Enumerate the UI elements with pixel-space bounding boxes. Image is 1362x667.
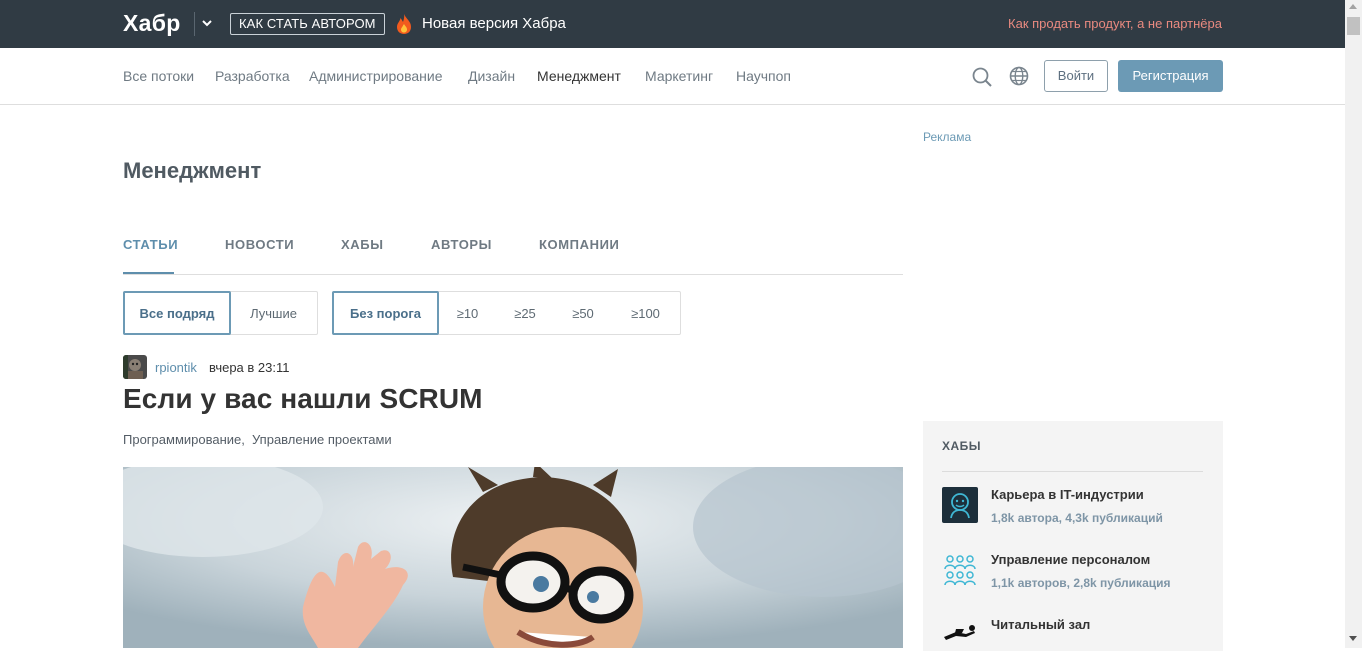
scroll-up-arrow-icon[interactable]: [1349, 4, 1357, 9]
post-time: вчера в 23:11: [209, 360, 290, 375]
filter-no-threshold[interactable]: Без порога: [332, 291, 439, 335]
filter-50[interactable]: ≥50: [554, 292, 612, 334]
hub-stats: 1,1k авторов, 2,8k публикация: [991, 576, 1171, 590]
new-version-link[interactable]: Новая версия Хабра: [422, 15, 566, 32]
tab-authors[interactable]: АВТОРЫ: [431, 237, 492, 252]
active-tab-indicator: [123, 272, 174, 274]
post-author-link[interactable]: rpiontik: [155, 360, 197, 375]
rating-filter-group: Без порога ≥10 ≥25 ≥50 ≥100: [332, 291, 681, 335]
top-bar: Хабр КАК СТАТЬ АВТОРОМ Новая версия Хабр…: [0, 0, 1345, 48]
sidebar-hub-hr[interactable]: Управление персоналом 1,1k авторов, 2,8k…: [942, 552, 1212, 602]
login-button[interactable]: Войти: [1044, 60, 1108, 92]
scroll-thumb[interactable]: [1347, 17, 1360, 35]
hub-name[interactable]: Управление персоналом: [991, 552, 1150, 567]
career-hub-icon: [942, 487, 978, 523]
globe-icon[interactable]: [1009, 66, 1029, 86]
post-hub-link[interactable]: Управление проектами: [252, 432, 392, 447]
tab-companies[interactable]: КОМПАНИИ: [539, 237, 619, 252]
hubs-divider: [942, 471, 1203, 472]
post-cover-image[interactable]: [123, 467, 903, 648]
filter-all[interactable]: Все подряд: [123, 291, 231, 335]
hubs-panel: ХАБЫ Карьера в IT-индустрии 1,8k автора,…: [923, 421, 1223, 651]
promo-link[interactable]: Как продать продукт, а не партнёра: [1008, 16, 1222, 31]
nav-development[interactable]: Разработка: [215, 68, 290, 84]
search-icon[interactable]: [971, 66, 993, 88]
habr-logo[interactable]: Хабр: [123, 10, 181, 37]
register-button[interactable]: Регистрация: [1118, 60, 1223, 92]
chevron-down-icon[interactable]: [200, 16, 214, 30]
ad-label[interactable]: Реклама: [923, 130, 971, 144]
post-hub-link[interactable]: Программирование,: [123, 432, 245, 447]
page-title: Менеджмент: [123, 158, 262, 183]
sidebar-hub-reading-room[interactable]: Читальный зал: [942, 617, 1212, 667]
nav-management[interactable]: Менеджмент: [537, 68, 621, 84]
tab-hubs[interactable]: ХАБЫ: [341, 237, 384, 252]
filter-100[interactable]: ≥100: [612, 292, 679, 334]
filter-25[interactable]: ≥25: [496, 292, 554, 334]
tab-articles[interactable]: СТАТЬИ: [123, 237, 178, 252]
section-tabs: СТАТЬИ НОВОСТИ ХАБЫ АВТОРЫ КОМПАНИИ: [123, 234, 903, 275]
nav-design[interactable]: Дизайн: [468, 68, 515, 84]
hub-stats: 1,8k автора, 4,3k публикаций: [991, 511, 1163, 525]
logo-divider: [194, 12, 195, 36]
hub-name[interactable]: Читальный зал: [991, 617, 1090, 632]
page-scrollbar[interactable]: [1345, 0, 1362, 648]
nav-bar: Все потоки Разработка Администрирование …: [0, 48, 1345, 105]
filter-best[interactable]: Лучшие: [231, 292, 316, 334]
tab-news[interactable]: НОВОСТИ: [225, 237, 294, 252]
how-to-become-author-button[interactable]: КАК СТАТЬ АВТОРОМ: [230, 13, 385, 35]
fire-icon: [397, 14, 411, 34]
filter-10[interactable]: ≥10: [439, 292, 496, 334]
nav-marketing[interactable]: Маркетинг: [645, 68, 713, 84]
people-group-icon: [944, 555, 976, 586]
nav-administration[interactable]: Администрирование: [309, 68, 443, 84]
sort-filter-group: Все подряд Лучшие: [123, 291, 318, 335]
sidebar-hub-career[interactable]: Карьера в IT-индустрии 1,8k автора, 4,3k…: [942, 487, 1212, 537]
post-title[interactable]: Если у вас нашли SCRUM: [123, 383, 483, 415]
nav-popsci[interactable]: Научпоп: [736, 68, 791, 84]
scroll-down-arrow-icon[interactable]: [1349, 636, 1357, 641]
author-avatar[interactable]: [123, 355, 147, 379]
hubs-panel-title: ХАБЫ: [942, 439, 982, 453]
nav-all-streams[interactable]: Все потоки: [123, 68, 194, 84]
hub-name[interactable]: Карьера в IT-индустрии: [991, 487, 1144, 502]
